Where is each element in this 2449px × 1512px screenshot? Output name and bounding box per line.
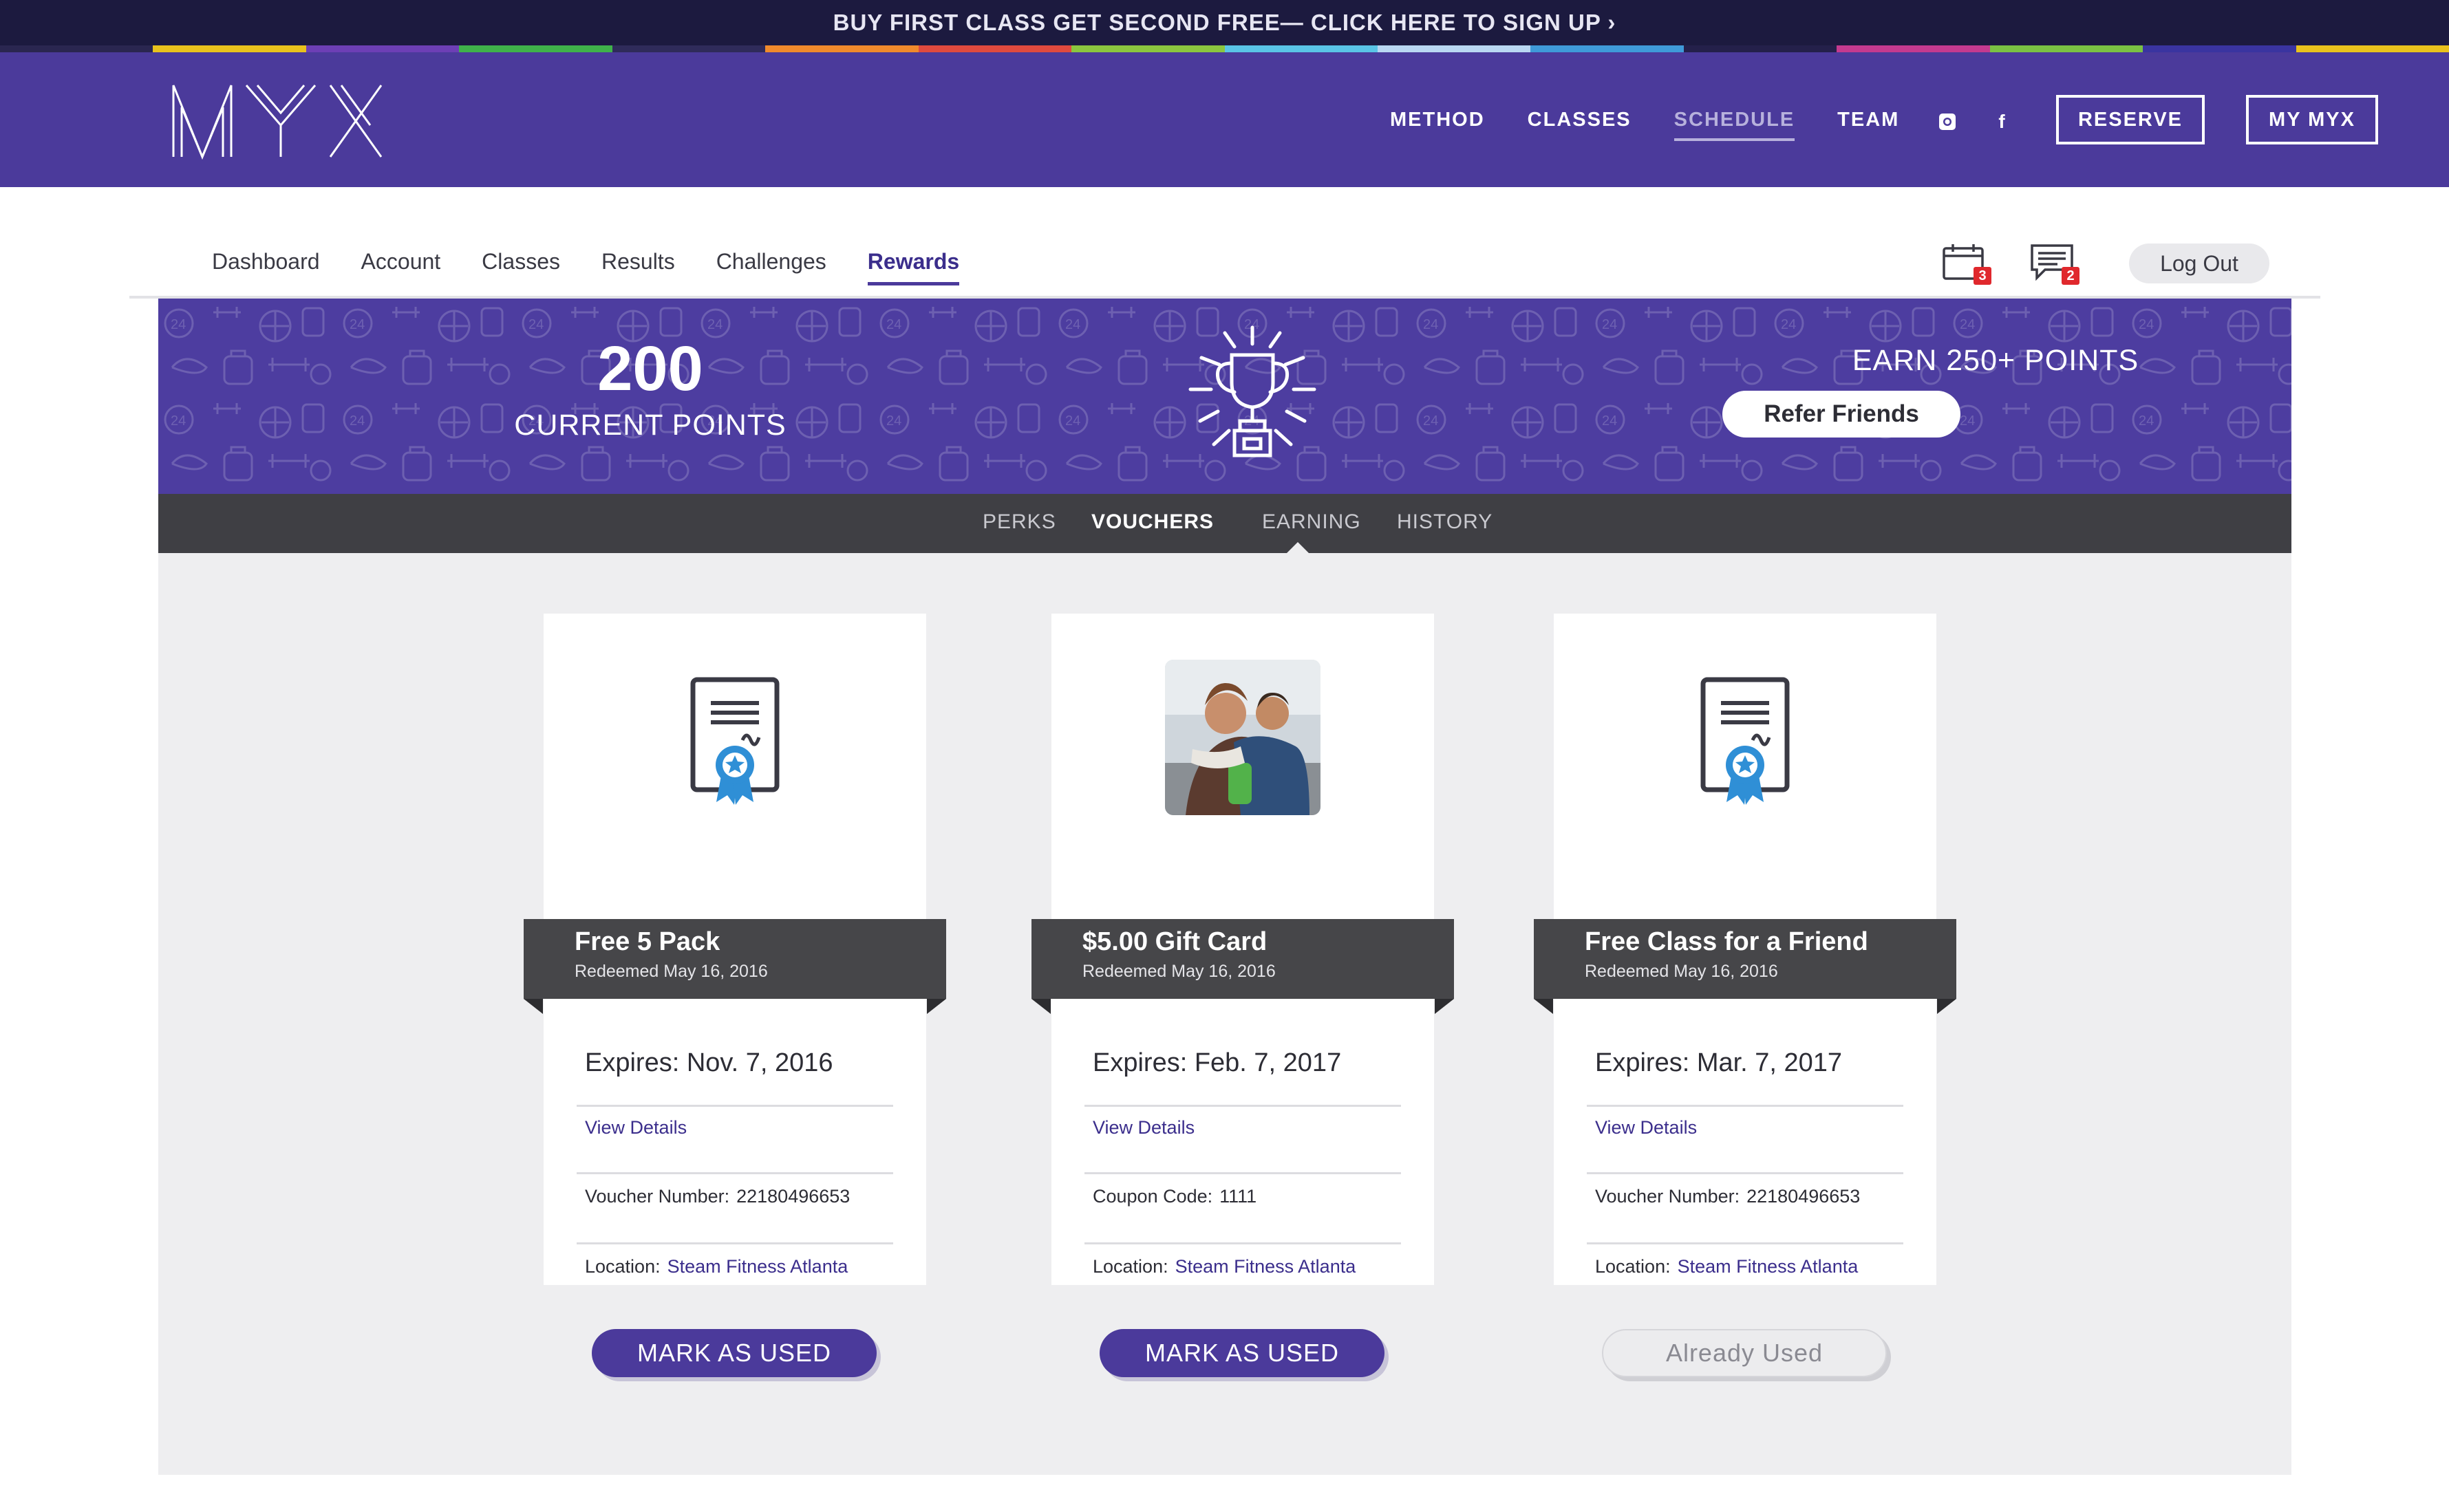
instagram-icon[interactable]	[1937, 111, 1958, 132]
promo-banner[interactable]: BUY FIRST CLASS GET SECOND FREE— CLICK H…	[0, 0, 2449, 45]
mark-as-used-button[interactable]: MARK AS USED	[1100, 1329, 1384, 1377]
voucher-code-value: 22180496653	[736, 1186, 851, 1207]
nav-classes[interactable]: CLASSES	[1528, 109, 1632, 131]
tab-history[interactable]: HISTORY	[1397, 510, 1493, 534]
earn-points-text: EARN 250+ POINTS	[1852, 344, 2139, 377]
voucher-redeemed-date: Redeemed May 16, 2016	[1082, 962, 1276, 981]
voucher-title: $5.00 Gift Card	[1082, 927, 1268, 956]
divider	[1084, 1242, 1401, 1244]
voucher-code-value: 22180496653	[1746, 1186, 1861, 1207]
voucher-media	[544, 614, 926, 861]
voucher-redeemed-date: Redeemed May 16, 2016	[575, 962, 768, 981]
voucher-media	[1554, 614, 1936, 861]
ribbon-fold-left	[1534, 999, 1553, 1014]
subnav-challenges[interactable]: Challenges	[716, 249, 826, 274]
voucher-code-row: Voucher Number: 22180496653	[1595, 1186, 1860, 1207]
messages-button[interactable]: 2	[2030, 242, 2079, 285]
divider	[1587, 1172, 1903, 1174]
subnav-classes[interactable]: Classes	[482, 249, 560, 274]
my-myx-button[interactable]: MY MYX	[2246, 95, 2378, 144]
voucher-title: Free Class for a Friend	[1585, 927, 1868, 956]
view-details-link[interactable]: View Details	[1093, 1117, 1195, 1138]
mark-as-used-button[interactable]: MARK AS USED	[592, 1329, 877, 1377]
voucher-location-label: Location:	[1595, 1256, 1671, 1277]
account-subnav: Dashboard Account Classes Results Challe…	[0, 187, 2449, 299]
voucher-code-label: Coupon Code:	[1093, 1186, 1213, 1207]
current-points-value: 200	[597, 334, 703, 404]
divider	[1587, 1242, 1903, 1244]
voucher-ribbon: Free Class for a Friend Redeemed May 16,…	[1534, 919, 1956, 999]
subnav-dashboard[interactable]: Dashboard	[212, 249, 320, 274]
refer-friends-button[interactable]: Refer Friends	[1722, 391, 1960, 438]
ribbon-fold-left	[524, 999, 543, 1014]
subnav-rewards[interactable]: Rewards	[867, 249, 960, 285]
ribbon-fold-right	[1937, 999, 1956, 1014]
voucher-media	[1051, 614, 1434, 861]
logout-button[interactable]: Log Out	[2129, 244, 2269, 283]
voucher-location-link[interactable]: Steam Fitness Atlanta	[1175, 1256, 1356, 1277]
voucher-location-row: Location: Steam Fitness Atlanta	[585, 1256, 848, 1277]
tab-earning[interactable]: EARNING	[1262, 510, 1361, 534]
voucher-expiry: Expires: Mar. 7, 2017	[1595, 1048, 1843, 1077]
voucher-code-label: Voucher Number:	[585, 1186, 730, 1207]
voucher-title: Free 5 Pack	[575, 927, 720, 956]
voucher-location-label: Location:	[1093, 1256, 1168, 1277]
calendar-badge: 3	[1974, 267, 1991, 285]
voucher-location-label: Location:	[585, 1256, 661, 1277]
voucher-code-label: Voucher Number:	[1595, 1186, 1740, 1207]
tab-perks[interactable]: PERKS	[983, 510, 1056, 534]
myx-logo[interactable]	[171, 80, 384, 162]
tab-vouchers[interactable]: VOUCHERS	[1091, 510, 1214, 534]
voucher-card: Free Class for a Friend Redeemed May 16,…	[1534, 614, 1956, 1377]
ribbon-fold-right	[1435, 999, 1454, 1014]
view-details-link[interactable]: View Details	[1595, 1117, 1697, 1138]
divider	[577, 1172, 893, 1174]
view-details-link[interactable]: View Details	[585, 1117, 687, 1138]
current-points-label: CURRENT POINTS	[514, 409, 787, 442]
subnav-results[interactable]: Results	[601, 249, 675, 274]
voucher-code-value: 1111	[1219, 1186, 1257, 1207]
voucher-location-link[interactable]: Steam Fitness Atlanta	[1678, 1256, 1859, 1277]
certificate-icon	[690, 677, 780, 805]
voucher-ribbon: Free 5 Pack Redeemed May 16, 2016	[524, 919, 946, 999]
divider	[577, 1105, 893, 1107]
calendar-button[interactable]: 3	[1942, 242, 1991, 285]
voucher-expiry: Expires: Feb. 7, 2017	[1093, 1048, 1342, 1077]
gift-card-photo	[1165, 660, 1320, 815]
points-banner: 24 200 CURRENT POINTS	[158, 299, 2291, 494]
nav-method[interactable]: METHOD	[1390, 109, 1485, 131]
voucher-redeemed-date: Redeemed May 16, 2016	[1585, 962, 1778, 981]
main-nav: METHOD CLASSES SCHEDULE TEAM	[1390, 52, 1942, 187]
divider	[1084, 1105, 1401, 1107]
voucher-code-row: Voucher Number: 22180496653	[585, 1186, 850, 1207]
voucher-location-row: Location: Steam Fitness Atlanta	[1595, 1256, 1858, 1277]
voucher-code-row: Coupon Code: 1111	[1093, 1186, 1256, 1207]
nav-team[interactable]: TEAM	[1837, 109, 1899, 131]
messages-badge: 2	[2062, 267, 2079, 285]
already-used-button[interactable]: Already Used	[1602, 1329, 1887, 1377]
trophy-icon	[1188, 325, 1316, 457]
voucher-location-row: Location: Steam Fitness Atlanta	[1093, 1256, 1356, 1277]
nav-schedule[interactable]: SCHEDULE	[1673, 109, 1795, 141]
facebook-icon[interactable]: f	[1991, 111, 2012, 132]
color-stripe	[0, 45, 2449, 52]
rewards-tabs: PERKS VOUCHERS EARNING HISTORY	[158, 494, 2291, 554]
certificate-icon	[1700, 677, 1790, 805]
reserve-button[interactable]: RESERVE	[2056, 95, 2205, 144]
divider	[577, 1242, 893, 1244]
ribbon-fold-left	[1031, 999, 1051, 1014]
subnav-account[interactable]: Account	[361, 249, 441, 274]
voucher-card: $5.00 Gift Card Redeemed May 16, 2016 Ex…	[1031, 614, 1454, 1377]
vouchers-panel: Free 5 Pack Redeemed May 16, 2016 Expire…	[158, 553, 2291, 1475]
ribbon-fold-right	[927, 999, 946, 1014]
voucher-ribbon: $5.00 Gift Card Redeemed May 16, 2016	[1031, 919, 1454, 999]
divider	[1587, 1105, 1903, 1107]
voucher-location-link[interactable]: Steam Fitness Atlanta	[667, 1256, 848, 1277]
voucher-expiry: Expires: Nov. 7, 2016	[585, 1048, 833, 1077]
voucher-card: Free 5 Pack Redeemed May 16, 2016 Expire…	[524, 614, 946, 1377]
divider	[1084, 1172, 1401, 1174]
site-header: METHOD CLASSES SCHEDULE TEAM f RESERVE M…	[0, 52, 2449, 187]
